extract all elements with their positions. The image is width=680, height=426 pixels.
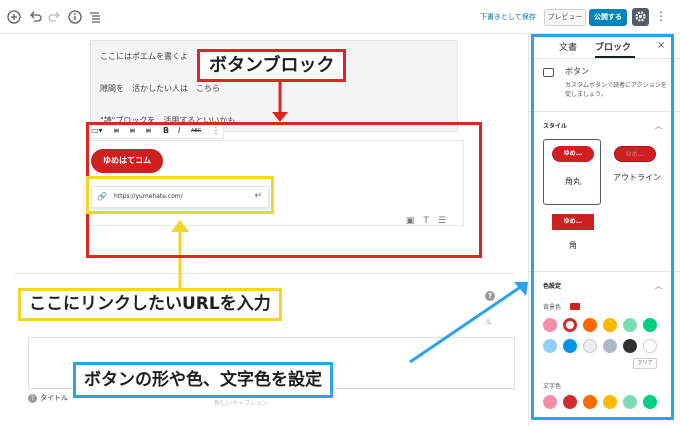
info-icon[interactable] (68, 10, 82, 24)
sidebar-highlight (531, 34, 674, 420)
help-icon: ? (28, 394, 37, 403)
color-callout: ボタンの形や色、文字色を設定 (73, 362, 333, 398)
publish-button[interactable]: 公開する (589, 9, 627, 26)
url-input-highlight (86, 176, 274, 214)
side-text-fragment: ル (485, 318, 492, 326)
button-block-callout: ボタンブロック (197, 49, 347, 82)
undo-icon[interactable] (28, 10, 42, 24)
editor-top-toolbar: 下書きとして保存 プレビュー 公開する ⋮ (0, 0, 680, 34)
gear-icon (635, 11, 646, 22)
divider (15, 273, 514, 274)
redo-icon[interactable] (48, 10, 62, 24)
preview-button[interactable]: プレビュー (544, 9, 586, 26)
faded-caption: 新しいキャプション (214, 400, 269, 407)
paragraph-line[interactable]: ここにはポエムを書くよ (100, 51, 188, 62)
block-navigation-icon[interactable] (88, 10, 102, 24)
title-label: ? タイトル (28, 393, 68, 403)
url-callout: ここにリンクしたいURLを入力 (18, 288, 282, 321)
more-menu-button[interactable]: ⋮ (655, 10, 667, 22)
save-draft-link[interactable]: 下書きとして保存 (480, 12, 536, 22)
help-icon[interactable]: ? (485, 291, 495, 301)
add-block-icon[interactable] (7, 10, 21, 24)
settings-gear-button[interactable] (632, 8, 649, 26)
paragraph-line[interactable]: 隙間を 活かしたい人は こちら (100, 83, 220, 94)
